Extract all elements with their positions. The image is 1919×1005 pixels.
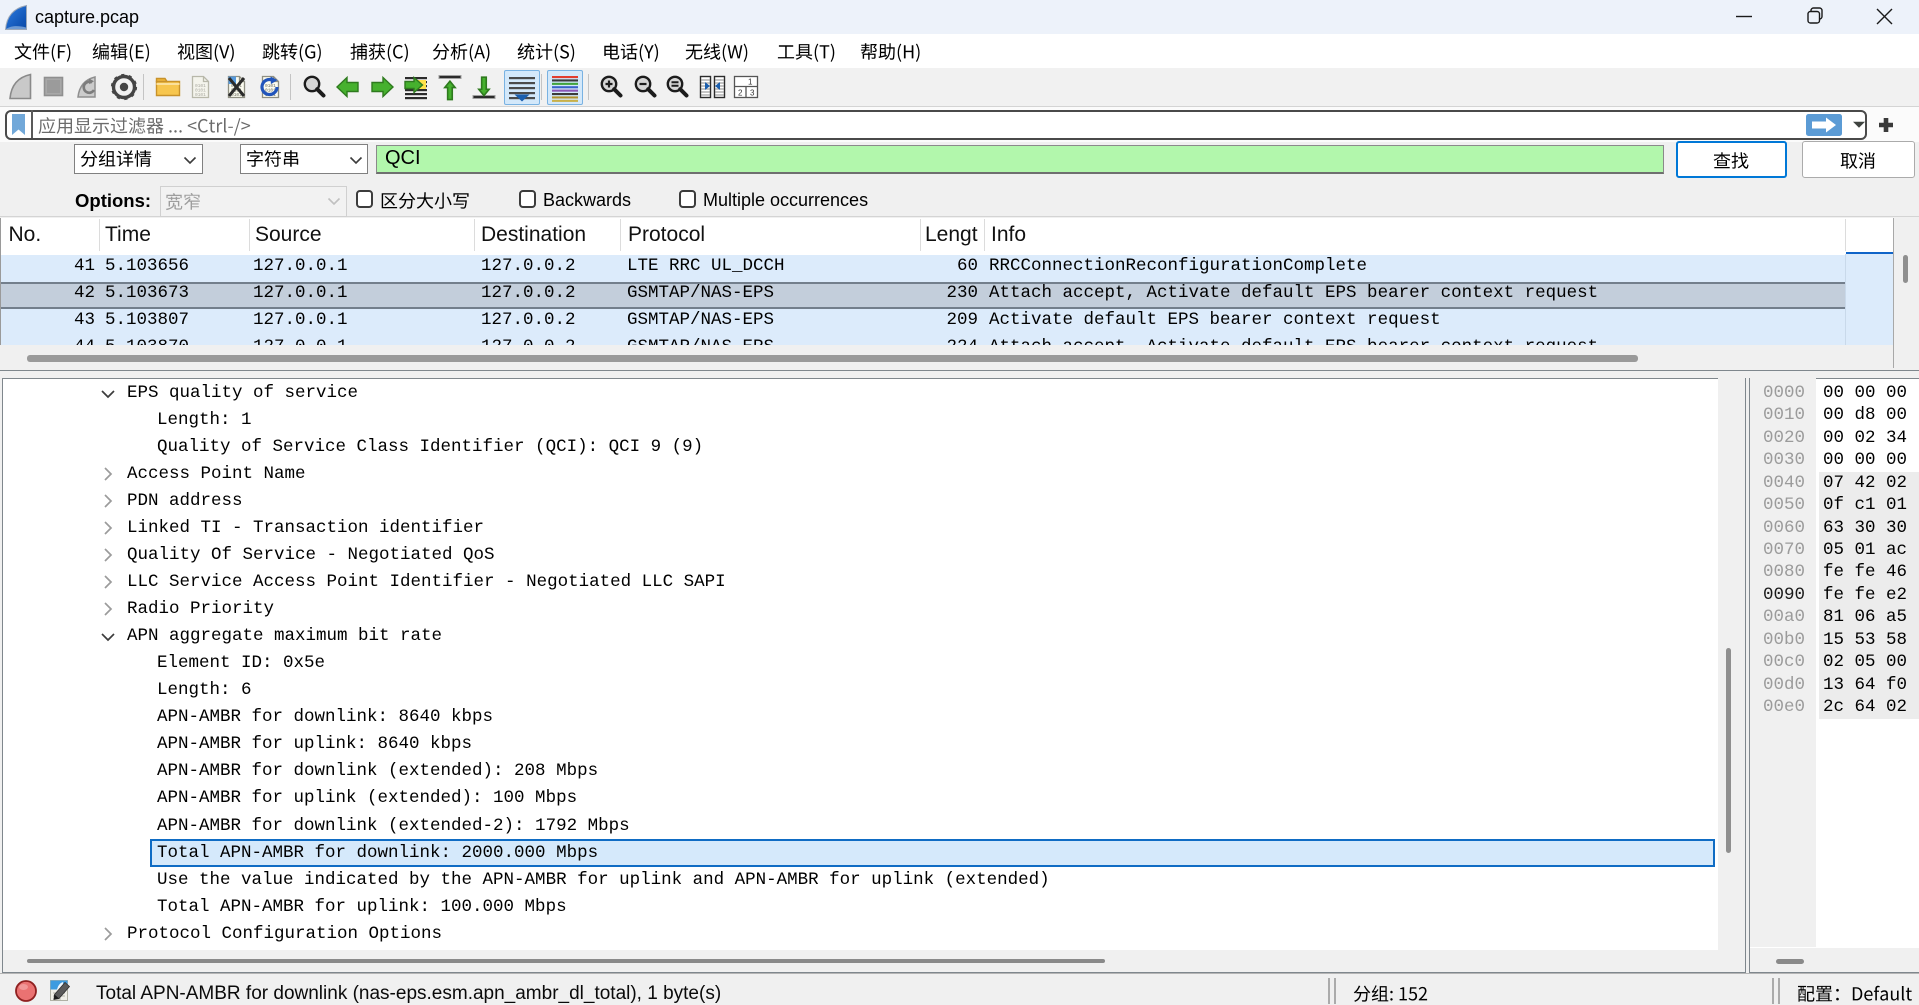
- svg-text:0101: 0101: [195, 92, 206, 98]
- svg-text:2: 2: [738, 89, 743, 98]
- svg-text:1: 1: [748, 78, 753, 87]
- svg-text:3: 3: [750, 89, 755, 98]
